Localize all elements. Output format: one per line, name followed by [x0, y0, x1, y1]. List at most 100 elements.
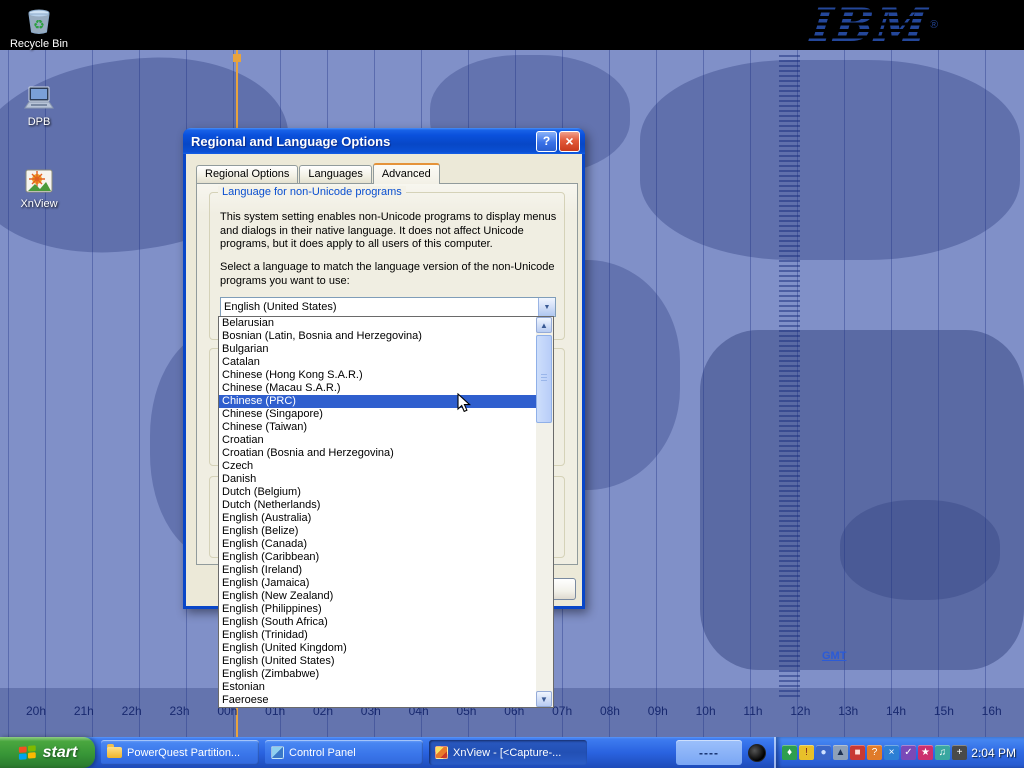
start-button-label: start — [43, 744, 78, 762]
language-list-item[interactable]: Czech — [219, 460, 536, 473]
tab-languages[interactable]: Languages — [299, 165, 371, 183]
tray-icon-2[interactable]: ! — [799, 745, 814, 760]
language-list-item[interactable]: English (Caribbean) — [219, 551, 536, 564]
taskbar-clock[interactable]: 2:04 PM — [971, 746, 1016, 760]
hour-label: 09h — [648, 704, 668, 718]
tray-icon-7[interactable]: × — [884, 745, 899, 760]
dialog-titlebar[interactable]: Regional and Language Options ? × — [183, 128, 585, 154]
language-list-item[interactable]: Chinese (Hong Kong S.A.R.) — [219, 369, 536, 382]
tray-icon-1[interactable]: ♦ — [782, 745, 797, 760]
language-list-item[interactable]: Croatian — [219, 434, 536, 447]
tray-icon-10[interactable]: ♫ — [935, 745, 950, 760]
desktop-icon-recycle-bin[interactable]: ♻ Recycle Bin — [7, 2, 71, 50]
task-label: PowerQuest Partition... — [127, 747, 240, 759]
hour-label: 07h — [552, 704, 572, 718]
taskbar-toolbar[interactable]: ---- — [676, 740, 742, 765]
dialog-title: Regional and Language Options — [191, 134, 534, 149]
laptop-icon — [7, 80, 71, 114]
language-list-item[interactable]: English (South Africa) — [219, 616, 536, 629]
hour-label: 13h — [838, 704, 858, 718]
desktop-icon-label: Recycle Bin — [7, 38, 71, 50]
language-list-item[interactable]: English (Jamaica) — [219, 577, 536, 590]
current-timezone-marker — [233, 54, 241, 62]
language-list-item[interactable]: Dutch (Belgium) — [219, 486, 536, 499]
language-list-item[interactable]: Chinese (Singapore) — [219, 408, 536, 421]
language-list-item[interactable]: English (Australia) — [219, 512, 536, 525]
tray-icon-5[interactable]: ■ — [850, 745, 865, 760]
taskbar-record-icon[interactable] — [748, 744, 766, 762]
hour-label: 22h — [122, 704, 142, 718]
taskbar-task-powerquest[interactable]: PowerQuest Partition... — [101, 740, 259, 765]
language-list-item[interactable]: Bosnian (Latin, Bosnia and Herzegovina) — [219, 330, 536, 343]
combobox-value: English (United States) — [221, 301, 538, 313]
language-list-item[interactable]: English (Philippines) — [219, 603, 536, 616]
tray-icon-6[interactable]: ? — [867, 745, 882, 760]
xnview-icon — [7, 162, 71, 196]
language-list-item[interactable]: English (New Zealand) — [219, 590, 536, 603]
control-panel-icon — [271, 746, 284, 759]
hour-label: 08h — [600, 704, 620, 718]
hour-label: 12h — [790, 704, 810, 718]
task-label: Control Panel — [289, 747, 356, 759]
groupbox-instruction: Select a language to match the language … — [220, 261, 562, 288]
language-list-item[interactable]: English (Belize) — [219, 525, 536, 538]
combobox-dropdown-arrow-icon[interactable]: ▼ — [538, 298, 555, 316]
language-list-item[interactable]: Catalan — [219, 356, 536, 369]
gmt-label: GMT — [822, 650, 846, 662]
ibm-logo: IBM ® — [811, 0, 938, 50]
folder-icon — [107, 747, 122, 758]
start-button[interactable]: start — [0, 737, 95, 768]
close-button[interactable]: × — [559, 131, 580, 152]
tray-icon-9[interactable]: ★ — [918, 745, 933, 760]
language-list-item[interactable]: Danish — [219, 473, 536, 486]
desktop-icon-dpb[interactable]: DPB — [7, 80, 71, 128]
scroll-down-icon[interactable]: ▼ — [536, 691, 552, 707]
tray-icons: ♦!●▲■?×✓★♫+ — [782, 745, 967, 760]
desktop-icon-xnview[interactable]: XnView — [7, 162, 71, 210]
language-list-item[interactable]: English (United Kingdom) — [219, 642, 536, 655]
language-list-item[interactable]: Estonian — [219, 681, 536, 694]
tab-regional-options[interactable]: Regional Options — [196, 165, 298, 183]
language-list-item[interactable]: Bulgarian — [219, 343, 536, 356]
language-list-item[interactable]: English (United States) — [219, 655, 536, 668]
taskbar: start PowerQuest Partition... Control Pa… — [0, 737, 1024, 768]
help-button[interactable]: ? — [536, 131, 557, 152]
language-list-item[interactable]: Chinese (PRC) — [219, 395, 536, 408]
language-list-item[interactable]: English (Zimbabwe) — [219, 668, 536, 681]
hour-label: 10h — [696, 704, 716, 718]
tray-icon-8[interactable]: ✓ — [901, 745, 916, 760]
hour-label: 16h — [982, 704, 1002, 718]
scroll-up-icon[interactable]: ▲ — [536, 317, 552, 333]
language-list-item[interactable]: English (Trinidad) — [219, 629, 536, 642]
language-list-item[interactable]: Dutch (Netherlands) — [219, 499, 536, 512]
mouse-cursor — [457, 393, 472, 419]
language-list-item[interactable]: English (Canada) — [219, 538, 536, 551]
language-list-item[interactable]: Belarusian — [219, 317, 536, 330]
tray-icon-3[interactable]: ● — [816, 745, 831, 760]
hour-label: 21h — [74, 704, 94, 718]
tab-advanced[interactable]: Advanced — [373, 163, 440, 184]
xnview-icon — [435, 746, 448, 759]
task-label: XnView - [<Capture-... — [453, 747, 561, 759]
language-list-items: BelarusianBosnian (Latin, Bosnia and Her… — [219, 317, 536, 707]
groupbox-description: This system setting enables non-Unicode … — [220, 211, 562, 252]
language-dropdown-list: BelarusianBosnian (Latin, Bosnia and Her… — [218, 316, 554, 708]
language-list-item[interactable]: Croatian (Bosnia and Herzegovina) — [219, 447, 536, 460]
taskbar-task-xnview[interactable]: XnView - [<Capture-... — [429, 740, 587, 765]
scrollbar-thumb[interactable] — [536, 335, 552, 423]
dropdown-scrollbar[interactable]: ▲ ▼ — [536, 317, 553, 707]
tray-icon-4[interactable]: ▲ — [833, 745, 848, 760]
language-combobox[interactable]: English (United States) ▼ — [220, 297, 556, 317]
language-list-item[interactable]: Faeroese — [219, 694, 536, 707]
hour-label: 14h — [886, 704, 906, 718]
svg-text:♻: ♻ — [33, 18, 45, 33]
groupbox-title: Language for non-Unicode programs — [218, 186, 406, 198]
language-list-item[interactable]: Chinese (Macau S.A.R.) — [219, 382, 536, 395]
system-tray: ♦!●▲■?×✓★♫+ 2:04 PM — [774, 737, 1024, 768]
desktop-icon-label: DPB — [7, 116, 71, 128]
language-list-item[interactable]: English (Ireland) — [219, 564, 536, 577]
language-list-item[interactable]: Chinese (Taiwan) — [219, 421, 536, 434]
hour-label: 23h — [169, 704, 189, 718]
tray-icon-11[interactable]: + — [952, 745, 967, 760]
taskbar-task-control-panel[interactable]: Control Panel — [265, 740, 423, 765]
